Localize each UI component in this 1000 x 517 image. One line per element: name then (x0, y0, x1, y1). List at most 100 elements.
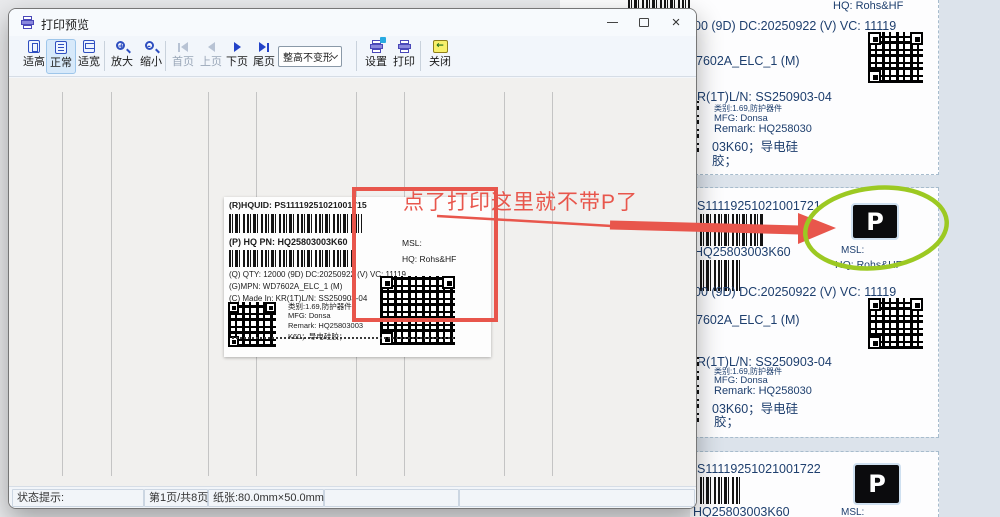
qr-finder-icon (910, 32, 923, 45)
label2-remark-text: Remark: HQ258030 (714, 385, 812, 397)
scale-mode-value: 整高不变形 (283, 49, 332, 64)
page-remark-text: Remark: HQ25803003 (288, 321, 363, 330)
label1-dc-text: 00 (9D) DC:20250922 (V) VC: 11119 (694, 19, 896, 33)
qr-finder-icon (868, 32, 881, 45)
prev-page-icon (203, 39, 220, 55)
label2-uid-text: S11119251021001721 (697, 199, 821, 213)
column-guide-line (504, 92, 505, 476)
qr-finder-icon (910, 298, 923, 311)
toolbar-separator (356, 41, 357, 71)
label1-hq-text: HQ: Rohs&HF (833, 0, 903, 12)
next-page-button[interactable]: 下页 (222, 39, 252, 74)
qr-finder-icon (868, 336, 881, 349)
close-button[interactable]: × (661, 9, 691, 35)
label-divider (690, 174, 939, 175)
label2-pn-text: HQ25803003K60 (694, 245, 791, 259)
page-hquid-text: (R)HQUID: PS11119251021001715 (229, 200, 367, 210)
background-label-window: HQ: Rohs&HF 00 (9D) DC:20250922 (V) VC: … (690, 0, 1000, 517)
page-number-indicator: 第1页/共8页 (144, 489, 208, 507)
toolbar-button-label: 尾页 (253, 56, 275, 69)
toolbar-button-label: 关闭 (429, 56, 451, 69)
title-bar[interactable]: 打印预览 × (9, 9, 696, 36)
toolbar-button-label: 打印 (393, 56, 415, 69)
label1-remark-text: 胶； (712, 150, 737, 169)
label1-remark-text: Remark: HQ258030 (714, 123, 812, 135)
zoom-out-icon: - (143, 39, 160, 55)
paper-size-indicator: 纸张:80.0mm×50.0mm (208, 489, 324, 507)
toolbar-separator (165, 41, 166, 71)
qr-code (380, 276, 455, 345)
label1-lot-text: R(1T)L/N: SS250903-04 (697, 90, 832, 104)
exit-icon: ← (432, 39, 449, 55)
qr-finder-icon (380, 276, 393, 289)
page-msl-text: MSL: (402, 238, 422, 248)
toolbar-button-label: 正常 (50, 57, 72, 70)
perforation-dots (232, 337, 454, 339)
close-preview-button[interactable]: ← 关闭 (425, 39, 455, 74)
label3-uid-text: S11119251021001722 (697, 462, 821, 476)
toolbar-button-label: 上页 (200, 56, 222, 69)
print-icon (396, 39, 413, 55)
toolbar: 适高 正常 适宽 + 放大 - 缩小 首页 (9, 36, 696, 77)
toolbar-button-label: 适高 (23, 56, 45, 69)
zoom-out-button[interactable]: - 缩小 (136, 39, 166, 74)
last-page-button[interactable]: 尾页 (249, 39, 279, 74)
first-page-icon (175, 39, 192, 55)
preview-area[interactable]: (R)HQUID: PS11119251021001715 (P) HQ PN:… (9, 78, 696, 492)
label-divider (690, 451, 939, 452)
qr-finder-icon (265, 302, 276, 313)
label2-hq-text: HQ: Rohs&HF (835, 259, 902, 271)
toolbar-button-label: 首页 (172, 56, 194, 69)
normal-view-icon (53, 40, 70, 56)
normal-view-button[interactable]: 正常 (46, 39, 76, 74)
qr-code (868, 298, 923, 349)
toolbar-button-label: 放大 (111, 56, 133, 69)
label2-remark-text: 胶； (714, 411, 739, 430)
qr-code (228, 302, 276, 347)
page-mfg-text: MFG: Donsa (288, 311, 331, 320)
status-cell-empty (459, 489, 695, 507)
qr-finder-icon (442, 276, 455, 289)
fit-height-icon (26, 39, 43, 55)
label2-dc-text: 00 (9D) DC:20250922 (V) VC: 11119 (694, 285, 896, 299)
printer-icon (19, 15, 36, 31)
maximize-button[interactable] (629, 9, 659, 35)
label1-mpn-text: 7602A_ELC_1 (M) (696, 54, 800, 68)
zoom-in-button[interactable]: + 放大 (107, 39, 137, 74)
page-hq-text: HQ: Rohs&HF (402, 254, 456, 264)
toolbar-button-label: 下页 (226, 56, 248, 69)
label-divider (690, 187, 939, 188)
printer-settings-button[interactable]: 设置 (361, 39, 391, 74)
page-pn-text: (P) HQ PN: HQ25803003K60 (229, 237, 348, 247)
p-mark-badge: P (853, 205, 897, 238)
scale-mode-select[interactable]: 整高不变形 (278, 46, 342, 67)
qr-finder-icon (868, 70, 881, 83)
label3-msl-text: MSL: (841, 507, 864, 517)
first-page-button[interactable]: 首页 (168, 39, 198, 74)
toolbar-button-label: 缩小 (140, 56, 162, 69)
barcode (229, 250, 352, 267)
label2-msl-text: MSL: (841, 245, 864, 256)
minimize-button[interactable] (597, 9, 627, 35)
fit-width-icon (81, 39, 98, 55)
label-page-preview: (R)HQUID: PS11119251021001715 (P) HQ PN:… (224, 197, 491, 357)
zoom-in-icon: + (114, 39, 131, 55)
column-guide-line (62, 92, 63, 476)
status-hint-label: 状态提示: (12, 489, 144, 507)
toolbar-button-label: 适宽 (78, 56, 100, 69)
next-page-icon (229, 39, 246, 55)
barcode (700, 214, 763, 246)
print-button[interactable]: 打印 (389, 39, 419, 74)
column-guide-line (552, 92, 553, 476)
last-page-icon (256, 39, 273, 55)
qr-finder-icon (228, 302, 239, 313)
fit-width-button[interactable]: 适宽 (74, 39, 104, 74)
status-bar: 状态提示: 第1页/共8页 纸张:80.0mm×50.0mm (9, 486, 696, 508)
barcode (700, 477, 742, 504)
toolbar-button-label: 设置 (365, 56, 387, 69)
column-guide-line (111, 92, 112, 476)
column-guide-line (208, 92, 209, 476)
toolbar-separator (104, 41, 105, 71)
fit-height-button[interactable]: 适高 (19, 39, 49, 74)
chevron-down-icon (331, 51, 338, 58)
